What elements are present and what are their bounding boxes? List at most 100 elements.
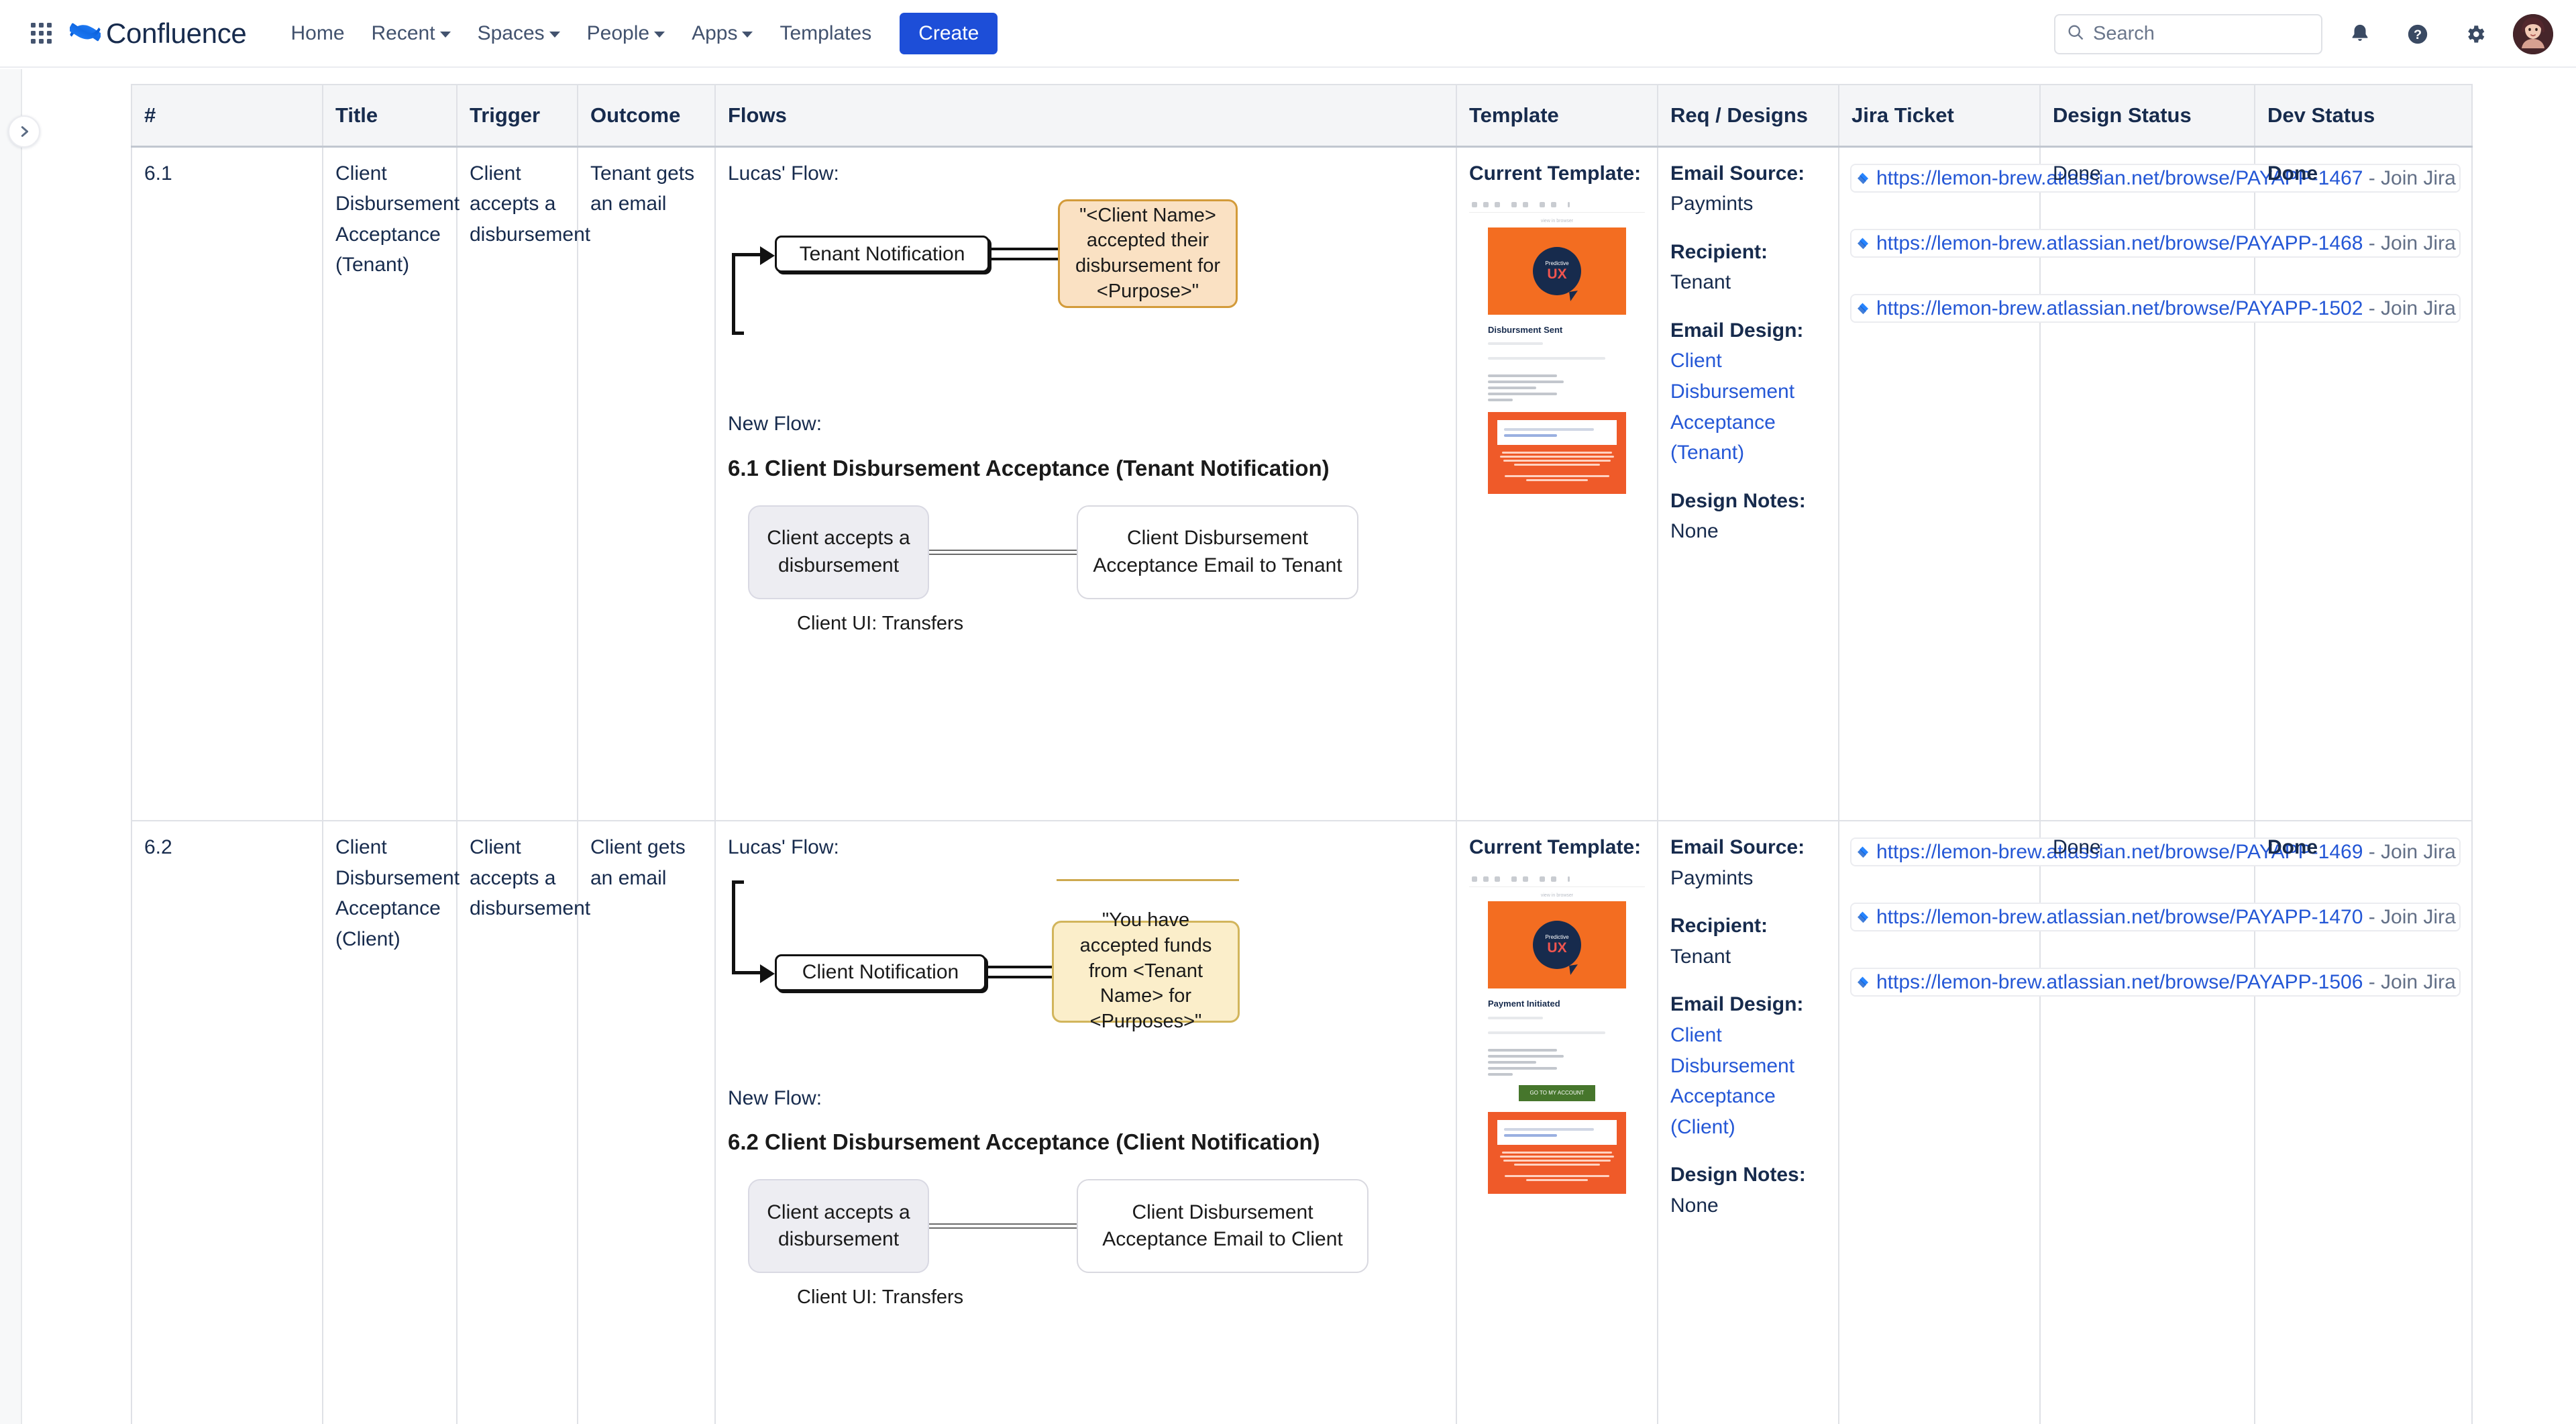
- thumbnail-text-line: [1488, 399, 1513, 402]
- search-placeholder: Search: [2093, 23, 2155, 44]
- lucas-flow-label: Lucas' Flow:: [728, 162, 839, 185]
- cell-num: 6.1: [131, 146, 323, 821]
- nav-right-group: Search ?: [2054, 0, 2553, 68]
- brand-name: Confluence: [106, 17, 247, 49]
- connector-line-bottom: [986, 975, 1053, 978]
- column-header-outcome[interactable]: Outcome: [577, 84, 716, 147]
- cell-req-designs: Email Source: Paymints Recipient: Tenant…: [1657, 146, 1839, 821]
- column-header-trigger[interactable]: Trigger: [456, 84, 578, 147]
- nav-item-home[interactable]: Home: [277, 13, 358, 54]
- connector-vertical: [732, 254, 735, 336]
- thumbnail-body: view in browser Predictive UX Disbursmen…: [1469, 213, 1645, 501]
- column-header-flows[interactable]: Flows: [714, 84, 1457, 147]
- column-header-dev-status[interactable]: Dev Status: [2254, 84, 2473, 147]
- jira-smart-link[interactable]: https://lemon-brew.atlassian.net/browse/…: [1851, 904, 2459, 930]
- jira-url: https://lemon-brew.atlassian.net/browse/…: [1876, 906, 2363, 928]
- cell-outcome: Client gets an email: [577, 820, 716, 1424]
- primary-nav: Home Recent Spaces People Apps Templates: [277, 12, 998, 54]
- thumbnail-preheader: view in browser: [1540, 893, 1574, 898]
- jira-tail: - Join Jira: [2363, 841, 2456, 863]
- email-source-value: Paymints: [1670, 866, 1754, 889]
- nav-item-spaces[interactable]: Spaces: [464, 13, 574, 54]
- lucas-message-box: "<Client Name> accepted their disburseme…: [1058, 199, 1238, 309]
- top-navigation-bar: Confluence Home Recent Spaces People App…: [0, 0, 2576, 68]
- jira-link-group: https://lemon-brew.atlassian.net/browse/…: [1851, 289, 2459, 331]
- connector-line-top: [986, 965, 1053, 968]
- column-header-title[interactable]: Title: [322, 84, 458, 147]
- settings-gear-icon[interactable]: [2455, 14, 2496, 54]
- profile-avatar[interactable]: [2513, 13, 2553, 54]
- thumbnail-hero: Predictive UX: [1488, 227, 1626, 315]
- recipient-label: Recipient:: [1670, 240, 1768, 263]
- nav-item-recent[interactable]: Recent: [358, 13, 464, 54]
- thumbnail-text-line: [1488, 342, 1544, 346]
- connector-horizontal: [732, 253, 761, 257]
- column-header-req-designs[interactable]: Req / Designs: [1657, 84, 1839, 147]
- column-header-design-status[interactable]: Design Status: [2039, 84, 2255, 147]
- create-button[interactable]: Create: [900, 12, 998, 54]
- new-flow-label: New Flow:: [728, 1086, 822, 1109]
- design-notes-label: Design Notes:: [1670, 489, 1806, 512]
- jira-smart-link[interactable]: https://lemon-brew.atlassian.net/browse/…: [1851, 230, 2459, 256]
- jira-tail: - Join Jira: [2363, 906, 2456, 928]
- help-icon[interactable]: ?: [2398, 14, 2438, 54]
- logo-top-text: Predictive: [1545, 260, 1569, 266]
- design-notes-block: Design Notes: None: [1670, 1160, 1826, 1221]
- logo-bottom-text: UX: [1547, 266, 1567, 282]
- notifications-icon[interactable]: [2340, 14, 2380, 54]
- email-design-label: Email Design:: [1670, 993, 1804, 1016]
- recipient-value: Tenant: [1670, 945, 1731, 968]
- new-flow-connector: [929, 549, 1077, 555]
- app-switcher-icon[interactable]: [21, 14, 60, 53]
- new-flow-left-node: Client accepts a disbursement: [748, 505, 929, 599]
- search-icon: [2066, 23, 2085, 45]
- email-design-label: Email Design:: [1670, 319, 1804, 342]
- arrow-head-icon: [760, 964, 775, 983]
- thumbnail-cta-button: GO TO MY ACCOUNT: [1519, 1084, 1595, 1102]
- confluence-logo-link[interactable]: Confluence: [70, 17, 247, 50]
- email-design-link[interactable]: Client Disbursement Acceptance (Client): [1670, 1024, 1794, 1138]
- table-header-row: # Title Trigger Outcome Flows Template R…: [131, 84, 2473, 147]
- chevron-down-icon: [439, 32, 451, 38]
- column-header-jira-ticket[interactable]: Jira Ticket: [1838, 84, 2041, 147]
- nav-item-apps[interactable]: Apps: [678, 13, 766, 54]
- search-input[interactable]: Search: [2054, 13, 2322, 54]
- jira-smart-link[interactable]: https://lemon-brew.atlassian.net/browse/…: [1851, 295, 2459, 321]
- email-source-label: Email Source:: [1670, 836, 1805, 858]
- email-source-block: Email Source: Paymints: [1670, 832, 1826, 893]
- nav-item-people[interactable]: People: [574, 13, 678, 54]
- thumbnail-footer: [1488, 1112, 1626, 1194]
- expand-sidebar-button[interactable]: [8, 115, 40, 148]
- cell-jira-tickets: https://lemon-brew.atlassian.net/browse/…: [1838, 820, 2459, 1424]
- jira-smart-link[interactable]: https://lemon-brew.atlassian.net/browse/…: [1851, 164, 2459, 191]
- column-header-num[interactable]: #: [131, 84, 323, 147]
- table-row: 6.2 Client Disbursement Acceptance (Clie…: [131, 820, 2473, 1424]
- jira-icon: [1855, 291, 1871, 331]
- logo-bottom-text: UX: [1547, 940, 1567, 956]
- column-header-template[interactable]: Template: [1456, 84, 1658, 147]
- template-thumbnail[interactable]: view in browser Predictive UX Payment In…: [1469, 872, 1645, 1201]
- lucas-flow-diagram: Client Notification "You have accepted f…: [728, 868, 1444, 1083]
- thumbnail-heading: Payment Initiated: [1488, 999, 1560, 1009]
- new-flow-connector: [929, 1223, 1077, 1229]
- cell-flows: Lucas' Flow: Tenant Notification "<Clien…: [714, 146, 1457, 821]
- new-flow-label: New Flow:: [728, 413, 822, 436]
- new-flow-diagram: Client accepts a disbursement Client Dis…: [728, 1172, 1444, 1354]
- jira-url: https://lemon-brew.atlassian.net/browse/…: [1876, 297, 2363, 319]
- cell-template: Current Template: view in browser Predic…: [1456, 820, 1658, 1424]
- thumbnail-text-line: [1488, 1016, 1544, 1019]
- email-design-link[interactable]: Client Disbursement Acceptance (Tenant): [1670, 350, 1794, 464]
- template-thumbnail[interactable]: view in browser Predictive UX Disbursmen…: [1469, 198, 1645, 501]
- jira-icon: [1855, 899, 1871, 939]
- jira-smart-link[interactable]: https://lemon-brew.atlassian.net/browse/…: [1851, 969, 2459, 995]
- jira-url: https://lemon-brew.atlassian.net/browse/…: [1876, 232, 2363, 254]
- design-notes-block: Design Notes: None: [1670, 486, 1826, 547]
- nav-item-templates[interactable]: Templates: [766, 13, 885, 54]
- chevron-down-icon: [549, 32, 560, 38]
- cell-outcome: Tenant gets an email: [577, 146, 716, 821]
- svg-text:?: ?: [2414, 28, 2422, 42]
- new-flow-caption: Client UI: Transfers: [797, 1286, 964, 1309]
- confluence-logo-icon: [70, 18, 101, 49]
- jira-smart-link[interactable]: https://lemon-brew.atlassian.net/browse/…: [1851, 839, 2459, 865]
- thumbnail-heading: Disbursment Sent: [1488, 324, 1563, 335]
